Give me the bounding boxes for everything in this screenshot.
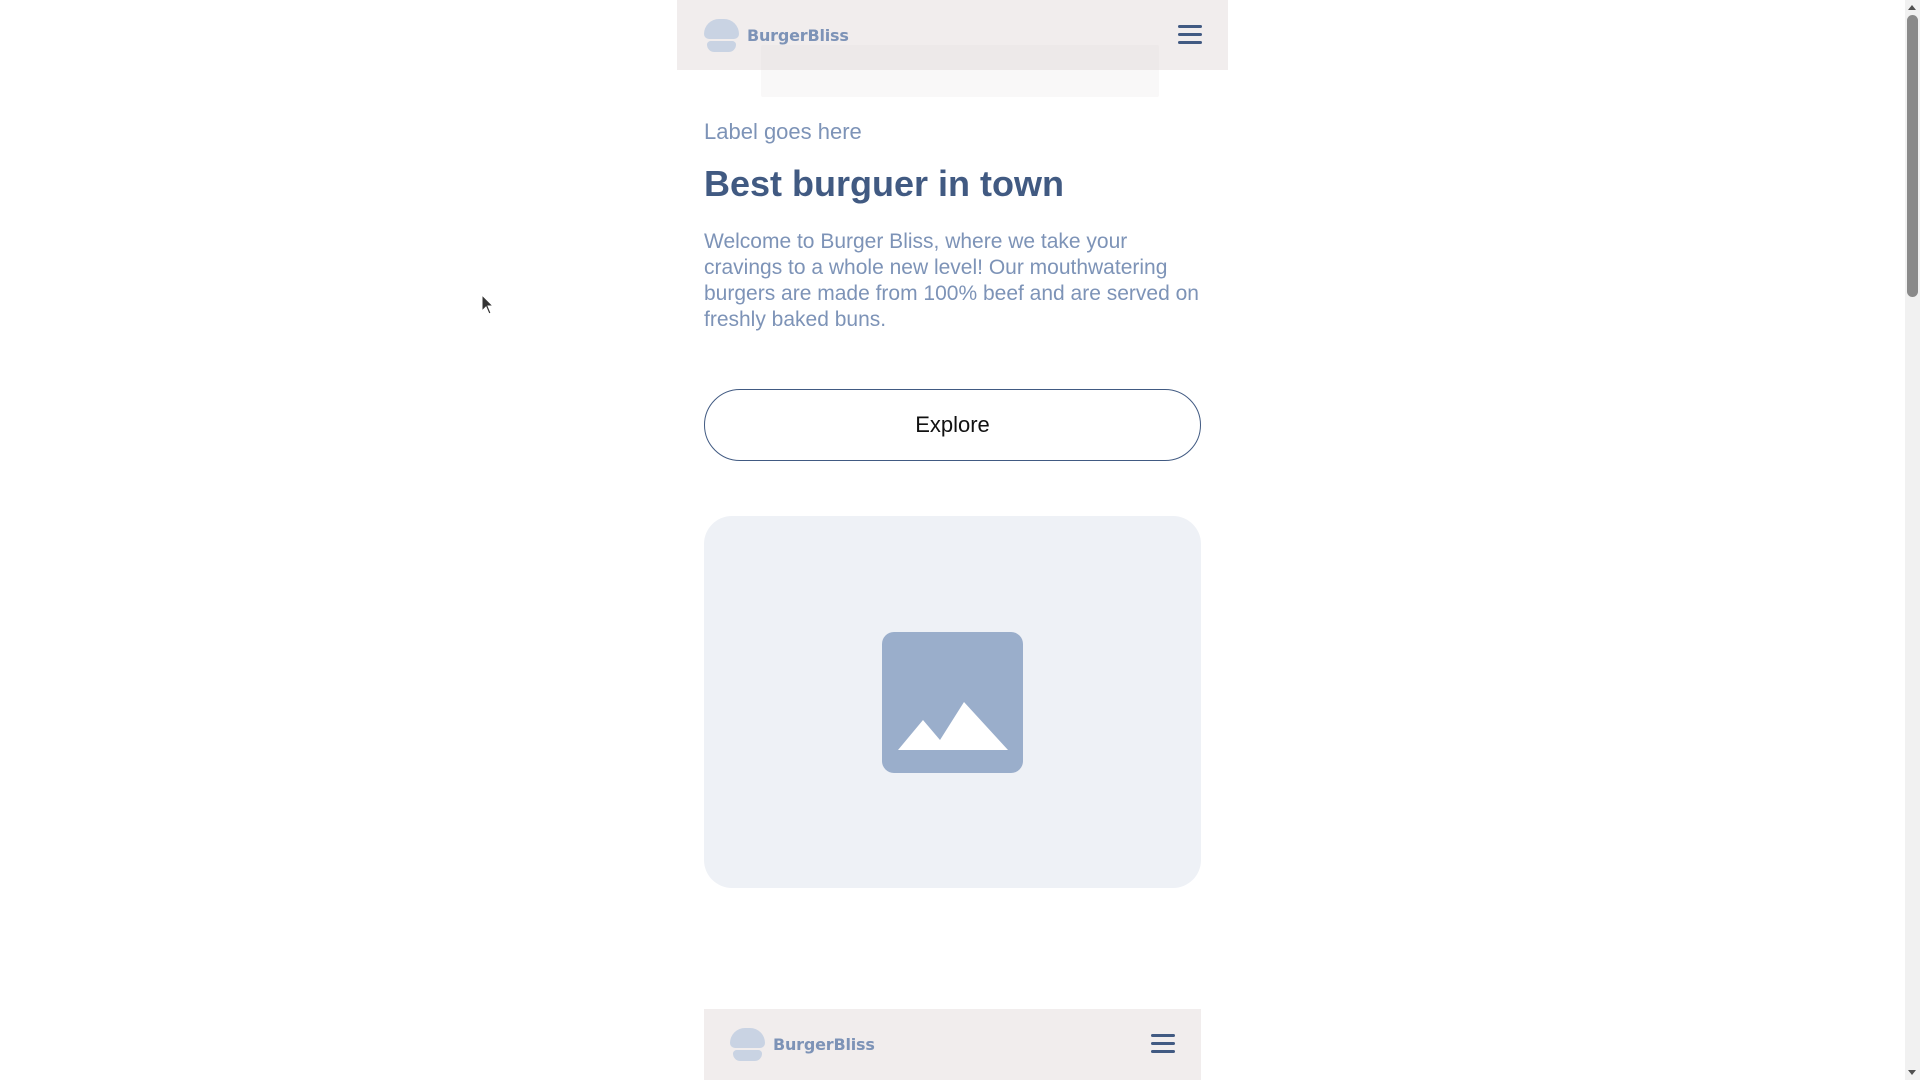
explore-button[interactable]: Explore bbox=[704, 389, 1201, 461]
preview-brand-name: BurgerBliss bbox=[773, 1035, 875, 1054]
preview-navbar: BurgerBliss bbox=[704, 1009, 1201, 1080]
hamburger-menu-icon[interactable] bbox=[1151, 1034, 1175, 1054]
hero-title: Best burguer in town bbox=[704, 163, 1064, 204]
vertical-scrollbar[interactable] bbox=[1905, 0, 1920, 1080]
burger-icon bbox=[704, 19, 739, 52]
hero-image-placeholder bbox=[704, 516, 1201, 888]
hero-label: Label goes here bbox=[704, 119, 862, 144]
hamburger-menu-icon[interactable] bbox=[1178, 25, 1202, 45]
scroll-up-icon[interactable] bbox=[1908, 5, 1916, 10]
mouse-cursor-icon bbox=[481, 294, 495, 315]
scroll-down-icon[interactable] bbox=[1908, 1070, 1916, 1075]
scroll-thumb[interactable] bbox=[1907, 15, 1918, 297]
dropdown-overlay bbox=[761, 45, 1159, 97]
preview-brand-logo[interactable]: BurgerBliss bbox=[730, 1028, 875, 1061]
burger-icon bbox=[730, 1028, 765, 1061]
page-viewport: BurgerBliss Label goes here Best burguer… bbox=[0, 0, 1905, 1080]
hero-description: Welcome to Burger Bliss, where we take y… bbox=[704, 230, 1199, 331]
brand-name: BurgerBliss bbox=[747, 26, 849, 45]
image-placeholder-icon bbox=[882, 632, 1023, 773]
